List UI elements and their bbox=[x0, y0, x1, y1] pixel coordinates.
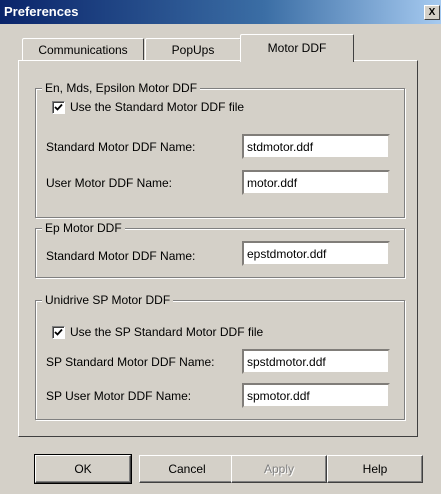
group-ep-motor-ddf: Ep Motor DDF Standard Motor DDF Name: bbox=[35, 221, 405, 278]
tab-panel: En, Mds, Epsilon Motor DDF Use the Stand… bbox=[18, 60, 418, 437]
user-motor-ddf-name-input[interactable] bbox=[242, 170, 390, 195]
sp-user-motor-ddf-name-input[interactable] bbox=[242, 383, 390, 408]
group-legend: Unidrive SP Motor DDF bbox=[42, 293, 174, 307]
group-legend: En, Mds, Epsilon Motor DDF bbox=[42, 81, 201, 95]
use-standard-motor-ddf-label[interactable]: Use the Standard Motor DDF file bbox=[70, 100, 244, 114]
group-unidrive-sp-motor-ddf: Unidrive SP Motor DDF Use the SP Standar… bbox=[35, 293, 405, 420]
tab-communications[interactable]: Communications bbox=[22, 38, 144, 61]
check-icon bbox=[54, 328, 63, 336]
help-button[interactable]: Help bbox=[327, 455, 423, 483]
close-button[interactable]: X bbox=[424, 5, 440, 20]
sp-standard-motor-ddf-name-label: SP Standard Motor DDF Name: bbox=[46, 355, 215, 369]
apply-button[interactable]: Apply bbox=[231, 455, 327, 483]
title-bar[interactable]: Preferences X bbox=[0, 0, 441, 24]
group-emds-motor-ddf: En, Mds, Epsilon Motor DDF Use the Stand… bbox=[35, 81, 405, 218]
use-sp-standard-motor-ddf-checkbox[interactable] bbox=[52, 326, 65, 339]
tab-motor-ddf[interactable]: Motor DDF bbox=[240, 34, 354, 62]
cancel-button[interactable]: Cancel bbox=[139, 455, 235, 483]
ep-standard-motor-ddf-name-input[interactable] bbox=[242, 241, 390, 266]
tab-popups[interactable]: PopUps bbox=[145, 38, 241, 61]
use-sp-standard-motor-ddf-label[interactable]: Use the SP Standard Motor DDF file bbox=[70, 325, 263, 339]
standard-motor-ddf-name-input[interactable] bbox=[242, 134, 390, 159]
sp-standard-motor-ddf-name-input[interactable] bbox=[242, 349, 390, 374]
standard-motor-ddf-name-label: Standard Motor DDF Name: bbox=[46, 140, 196, 154]
window-title: Preferences bbox=[4, 4, 79, 19]
group-legend: Ep Motor DDF bbox=[42, 221, 125, 235]
ok-button[interactable]: OK bbox=[34, 454, 132, 484]
check-icon bbox=[54, 103, 63, 111]
use-standard-motor-ddf-checkbox[interactable] bbox=[52, 101, 65, 114]
sp-user-motor-ddf-name-label: SP User Motor DDF Name: bbox=[46, 389, 192, 403]
ep-standard-motor-ddf-name-label: Standard Motor DDF Name: bbox=[46, 249, 196, 263]
user-motor-ddf-name-label: User Motor DDF Name: bbox=[46, 176, 173, 190]
